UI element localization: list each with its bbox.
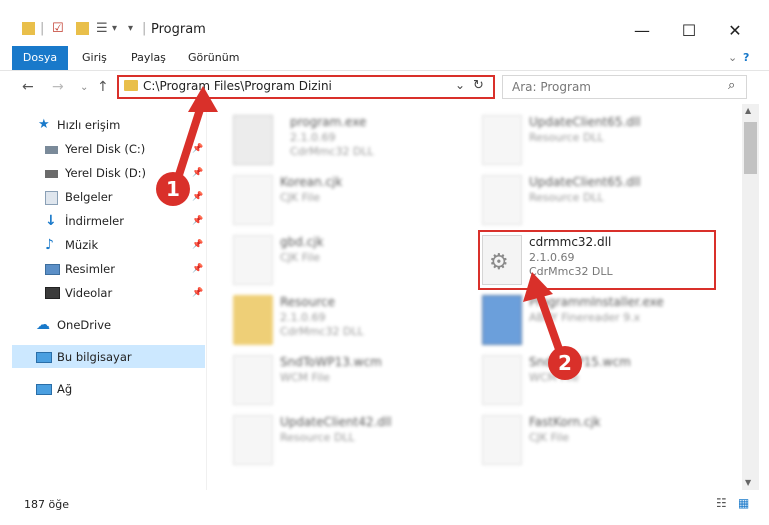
arrow-head-2: [523, 272, 553, 302]
callout-badge-2: 2: [548, 346, 582, 380]
annotation-arrows: [174, 86, 564, 356]
arrow-head-1: [188, 86, 218, 112]
arrow-line-2: [534, 286, 564, 356]
callout-badge-1: 1: [156, 172, 190, 206]
